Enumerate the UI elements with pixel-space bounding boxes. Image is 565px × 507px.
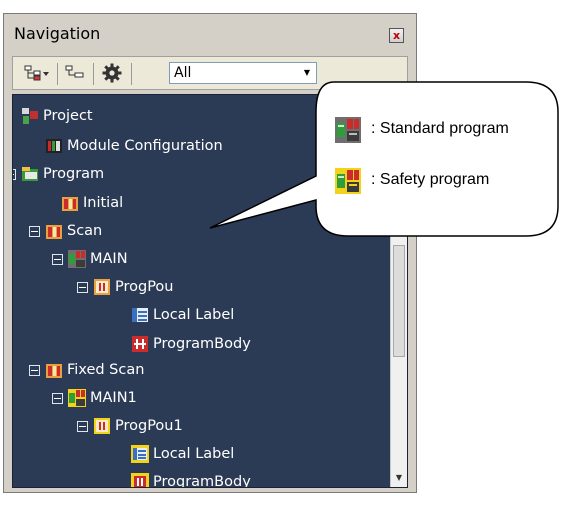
tree-node-label: MAIN — [90, 251, 128, 267]
tree-node-label: Scan — [67, 223, 103, 239]
tree-node-label: ProgPou1 — [115, 418, 183, 434]
tree-node[interactable]: ProgramBody — [131, 333, 251, 355]
tree-node[interactable]: MAIN1 — [52, 387, 137, 409]
close-button[interactable]: x — [389, 28, 404, 43]
tree-node[interactable]: Initial — [61, 192, 123, 214]
tree-node[interactable]: Fixed Scan — [29, 359, 144, 381]
local-label-safety-icon — [131, 445, 149, 463]
tree-node-label: Project — [43, 108, 93, 124]
program-folder-icon — [22, 167, 38, 181]
scrollbar-thumb[interactable] — [393, 245, 405, 357]
local-label-icon — [132, 308, 148, 322]
collapse-toggle-icon[interactable] — [52, 253, 63, 265]
standard-program-icon — [68, 250, 86, 268]
tree-node-label: Fixed Scan — [67, 362, 145, 378]
tree-node[interactable]: Local Label — [131, 443, 234, 465]
tree-node[interactable]: ProgPou1 — [77, 415, 183, 437]
tree-node-label: ProgramBody — [153, 474, 251, 488]
collapse-toggle-icon[interactable] — [29, 225, 40, 237]
tree-node[interactable]: Scan — [29, 220, 102, 242]
tree-node[interactable]: ProgPou — [77, 276, 174, 298]
program-body-icon — [132, 336, 148, 352]
safety-program-icon — [335, 168, 361, 194]
standard-program-legend: : Standard program — [371, 120, 509, 137]
tree-node-label: Local Label — [153, 446, 235, 462]
collapse-toggle-icon[interactable] — [29, 364, 40, 376]
collapse-toggle-icon[interactable] — [77, 281, 88, 293]
collapse-toggle-icon[interactable] — [13, 168, 16, 180]
toolbar-separator — [131, 63, 132, 85]
filter-value: All — [174, 65, 192, 81]
module-configuration-icon — [46, 139, 62, 153]
program-type-icon — [46, 364, 62, 378]
collapse-tree-button[interactable] — [63, 63, 87, 83]
tree-node-label: ProgramBody — [153, 336, 251, 352]
tree-node-label: ProgPou — [115, 279, 174, 295]
tree-node[interactable]: ProgramBody — [131, 471, 251, 488]
collapse-toggle-icon[interactable] — [77, 420, 88, 432]
tree-view-button[interactable] — [23, 63, 51, 83]
scroll-down-arrow-icon[interactable]: ▼ — [393, 471, 405, 485]
collapse-tree-icon — [65, 65, 84, 78]
window-title: Navigation — [14, 24, 101, 43]
settings-button[interactable] — [99, 63, 125, 83]
safety-program-icon — [68, 389, 86, 407]
project-icon — [22, 108, 38, 124]
standard-program-icon — [335, 117, 361, 143]
tree-node-label: Local Label — [153, 307, 235, 323]
program-type-icon — [62, 197, 78, 211]
collapse-toggle-icon[interactable] — [52, 392, 63, 404]
program-type-icon — [46, 225, 62, 239]
legend-callout: : Standard program : Safety program — [188, 80, 560, 240]
pou-safety-icon — [94, 418, 110, 434]
tree-node[interactable]: Local Label — [131, 304, 234, 326]
tree-node[interactable]: MAIN — [52, 248, 128, 270]
tree-node[interactable]: Program — [13, 163, 105, 185]
tree-view-icon — [24, 65, 49, 81]
screenshot-page: Navigation x All ▼ Project Module Config… — [0, 0, 565, 507]
tree-node-label: Program — [43, 166, 105, 182]
tree-node[interactable]: Project — [21, 105, 93, 127]
toolbar-separator — [57, 63, 58, 85]
callout-bubble — [209, 81, 559, 237]
toolbar-separator — [93, 63, 94, 85]
safety-program-legend: : Safety program — [371, 171, 490, 188]
tree-node-label: MAIN1 — [90, 390, 137, 406]
pou-icon — [94, 279, 110, 295]
gear-icon — [102, 63, 122, 83]
chevron-down-icon[interactable]: ▼ — [300, 65, 314, 81]
tree-node-label: Initial — [83, 195, 124, 211]
program-body-safety-icon — [131, 473, 149, 487]
